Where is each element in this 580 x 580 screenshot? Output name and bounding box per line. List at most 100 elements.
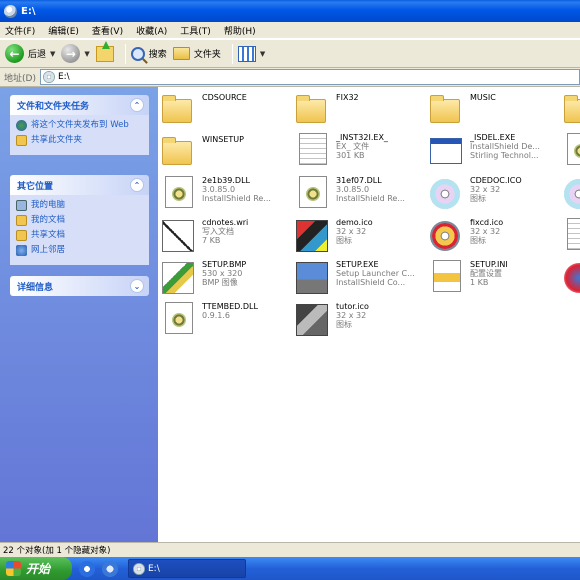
file-item-partial[interactable] <box>564 93 580 129</box>
file-item-tutor[interactable]: tutor.ico 32 x 32 图标 <box>296 302 431 338</box>
file-item-demo[interactable]: demo.ico 32 x 32 图标 <box>296 218 431 254</box>
search-button[interactable]: 搜索 <box>130 42 167 66</box>
file-item-setup-ini[interactable]: SETUP.INI 配置设置 1 KB <box>430 260 565 296</box>
file-item-setup-bmp[interactable]: SETUP.BMP 530 x 320 BMP 图像 <box>162 260 297 296</box>
file-version: 3.0.85.0 <box>202 185 236 194</box>
file-item-setup-exe[interactable]: SETUP.EXE Setup Launcher C... InstallShi… <box>296 260 431 296</box>
menu-help[interactable]: 帮助(H) <box>224 24 256 37</box>
back-dropdown-icon[interactable]: ▼ <box>50 50 55 58</box>
file-item-winsetup[interactable]: WINSETUP <box>162 135 297 171</box>
shared-folder-icon <box>16 135 27 146</box>
file-item-cdedoc[interactable]: CDEDOC.ICO 32 x 32 图标 <box>430 176 565 212</box>
folder-icon <box>162 95 192 123</box>
place-shared-documents[interactable]: 共享文档 <box>16 230 143 241</box>
config-settings-icon <box>433 260 461 292</box>
file-size: 1 KB <box>470 278 489 287</box>
file-item-31ef07[interactable]: 31ef07.DLL 3.0.85.0 InstallShield Re... <box>296 176 431 212</box>
collapse-chevron-icon[interactable]: ⌃ <box>130 178 144 192</box>
file-name: demo.ico <box>336 218 373 227</box>
start-button[interactable]: 开始 <box>0 557 72 580</box>
address-value: E:\ <box>57 72 70 82</box>
file-name: TTEMBED.DLL <box>202 302 258 311</box>
windows-flag-icon <box>6 561 21 576</box>
file-size: 301 KB <box>336 151 365 160</box>
other-places-title: 其它位置 <box>17 181 54 192</box>
place-network-label: 网上邻居 <box>31 245 66 255</box>
taskbar-window-button[interactable]: E:\ <box>128 559 246 578</box>
file-item-partial[interactable] <box>564 176 580 212</box>
cd-drive-icon <box>4 4 17 18</box>
views-dropdown-icon[interactable]: ▼ <box>260 50 265 58</box>
taskbar-window-label: E:\ <box>148 563 160 574</box>
other-places-header[interactable]: 其它位置 ⌃ <box>10 175 149 195</box>
collapse-chevron-icon[interactable]: ⌃ <box>130 98 144 112</box>
menu-tools[interactable]: 工具(T) <box>180 24 211 37</box>
file-name: tutor.ico <box>336 302 369 311</box>
forward-button[interactable]: → ▼ <box>61 42 90 66</box>
taskbar: 开始 E:\ <box>0 557 580 580</box>
file-tasks-header[interactable]: 文件和文件夹任务 ⌃ <box>10 95 149 115</box>
folder-icon <box>172 47 190 60</box>
file-type: EX_ 文件 <box>336 142 370 151</box>
toolbar: ← 后退 ▼ → ▼ 搜索 文件夹 ▼ <box>0 39 580 68</box>
back-label: 后退 <box>28 50 47 60</box>
place-my-computer[interactable]: 我的电脑 <box>16 200 143 211</box>
task-publish-web-label: 将这个文件夹发布到 Web <box>31 120 129 130</box>
file-item-isdel[interactable]: _ISDEL.EXE InstallShield De... Stirling … <box>430 133 565 169</box>
file-type: 图标 <box>336 236 352 245</box>
folders-button[interactable]: 文件夹 <box>172 42 221 66</box>
file-item-cdnotes[interactable]: cdnotes.wri 写入文档 7 KB <box>162 218 297 254</box>
music-file-icon <box>567 218 580 250</box>
file-item-fix32[interactable]: FIX32 <box>296 93 431 129</box>
place-network[interactable]: 网上邻居 <box>16 245 143 256</box>
address-bar: 地址(D) E:\ <box>0 68 580 87</box>
menu-favorites[interactable]: 收藏(A) <box>136 24 167 37</box>
toolbar-divider <box>231 43 233 64</box>
place-my-documents[interactable]: 我的文档 <box>16 215 143 226</box>
forward-arrow-icon: → <box>61 44 81 63</box>
quick-launch-icon[interactable] <box>102 560 118 577</box>
file-type: BMP 图像 <box>202 278 238 287</box>
dll-gear-icon <box>567 133 580 165</box>
file-item-cdsource[interactable]: CDSOURCE <box>162 93 297 129</box>
status-text: 22 个对象(加 1 个隐藏对象) <box>3 546 111 556</box>
file-name: SETUP.INI <box>470 260 508 269</box>
computer-icon <box>16 200 27 211</box>
cd-drive-icon <box>133 562 145 575</box>
file-item-inst32i[interactable]: _INST32I.EX_ EX_ 文件 301 KB <box>296 133 431 169</box>
details-header[interactable]: 详细信息 ⌄ <box>10 276 149 296</box>
fix-cd-icon <box>430 221 460 251</box>
image-dimensions: 32 x 32 <box>470 227 501 236</box>
search-icon <box>130 46 145 61</box>
views-icon <box>237 45 256 62</box>
application-window-icon <box>430 138 462 164</box>
address-label: 地址(D) <box>4 73 36 84</box>
file-item-partial[interactable] <box>564 133 580 169</box>
menu-view[interactable]: 查看(V) <box>92 24 123 37</box>
write-document-icon <box>162 220 194 252</box>
up-folder-button[interactable] <box>95 40 114 66</box>
file-item-partial[interactable] <box>564 218 580 254</box>
documents-folder-icon <box>16 215 27 226</box>
menu-edit[interactable]: 编辑(E) <box>48 24 79 37</box>
forward-dropdown-icon[interactable]: ▼ <box>84 50 89 58</box>
menu-file[interactable]: 文件(F) <box>5 24 35 37</box>
file-item-partial[interactable] <box>564 260 580 296</box>
expand-chevron-icon[interactable]: ⌄ <box>130 279 144 293</box>
file-item-fixcd[interactable]: fixcd.ico 32 x 32 图标 <box>430 218 565 254</box>
file-description: Setup Launcher C... <box>336 269 415 278</box>
file-item-2e1b39[interactable]: 2e1b39.DLL 3.0.85.0 InstallShield Re... <box>162 176 297 212</box>
image-dimensions: 32 x 32 <box>470 185 501 194</box>
title-bar: E:\ <box>0 0 580 22</box>
task-publish-web[interactable]: 将这个文件夹发布到 Web <box>16 120 143 131</box>
back-button[interactable]: ← 后退 ▼ <box>5 42 55 66</box>
task-share-folder[interactable]: 共享此文件夹 <box>16 135 143 146</box>
internet-explorer-icon[interactable] <box>79 560 95 577</box>
dll-gear-icon <box>165 302 193 334</box>
file-description: InstallShield De... <box>470 142 540 151</box>
file-item-ttembed[interactable]: TTEMBED.DLL 0.9.1.6 <box>162 302 297 338</box>
cd-icon <box>564 179 580 209</box>
address-field[interactable]: E:\ <box>39 69 580 85</box>
views-button[interactable]: ▼ <box>237 42 265 66</box>
file-item-music[interactable]: MUSIC <box>430 93 565 129</box>
